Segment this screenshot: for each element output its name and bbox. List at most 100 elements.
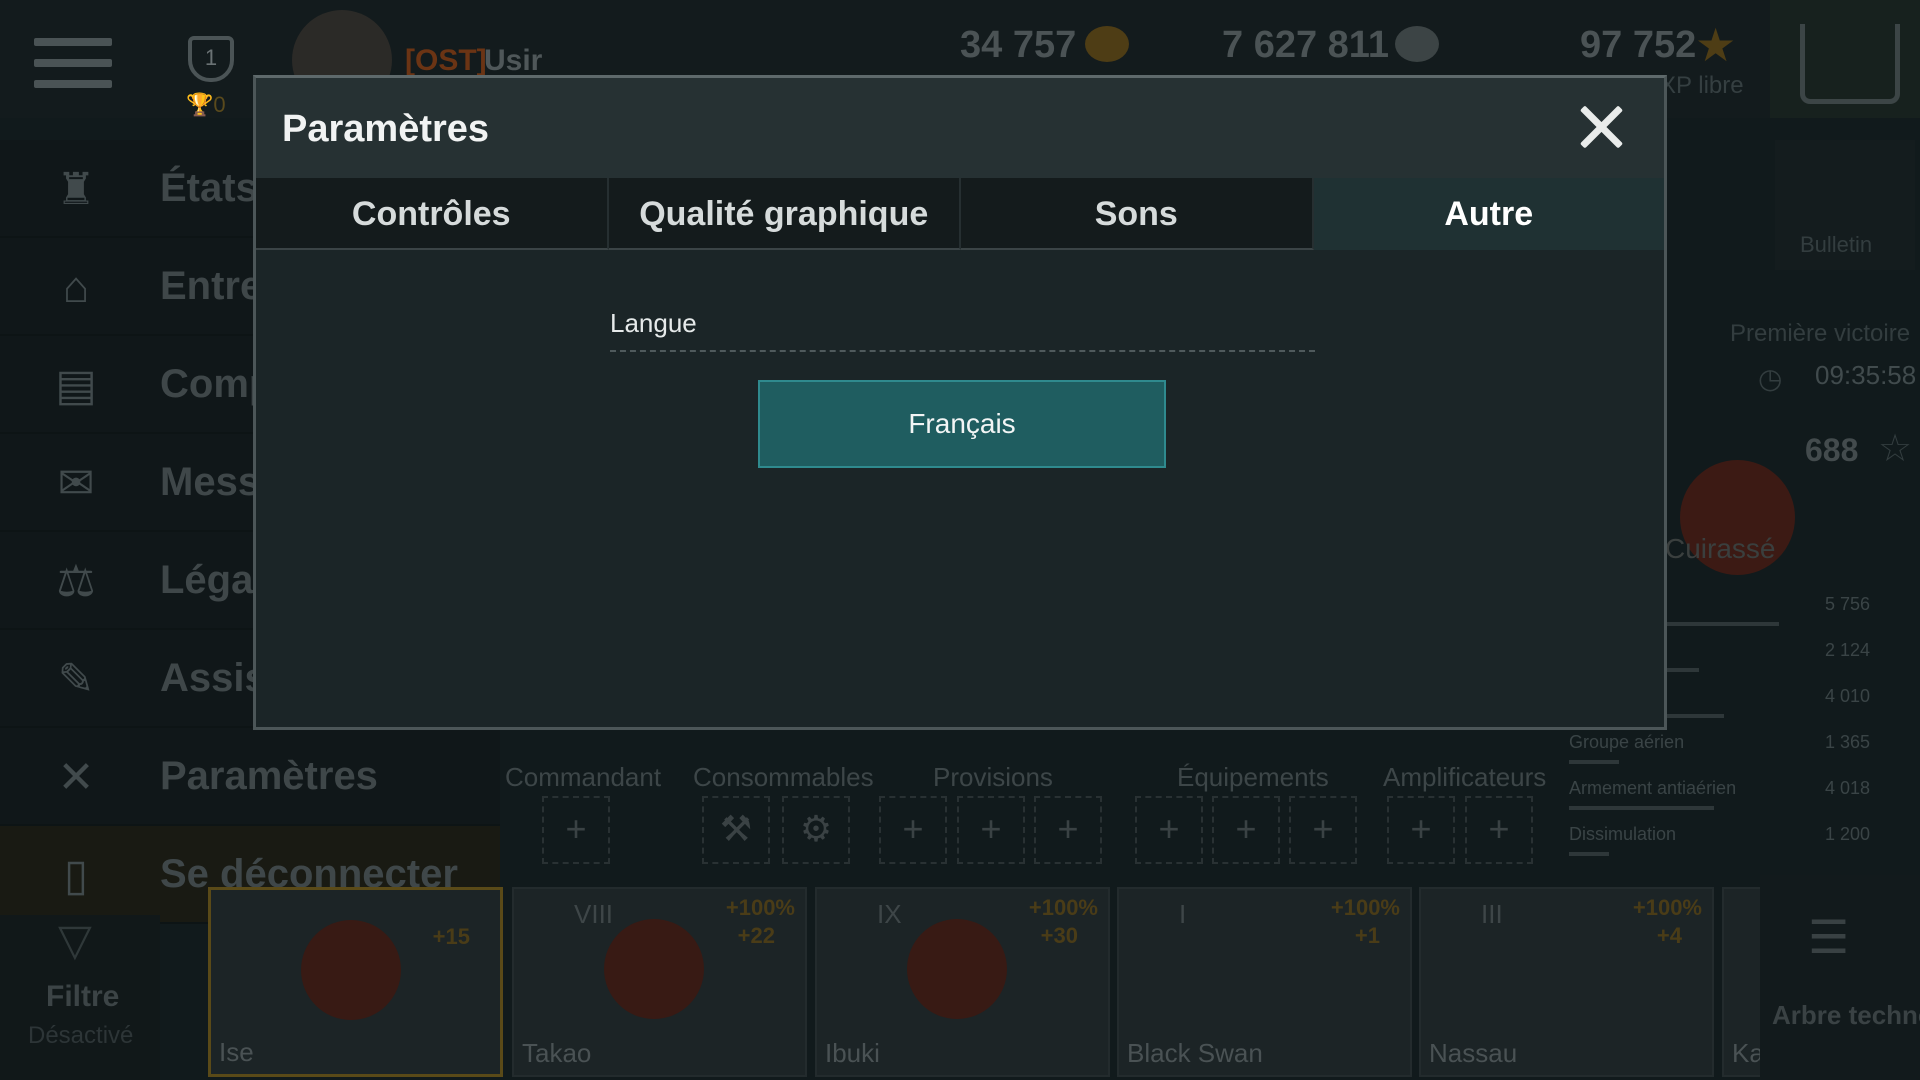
ship-bonus: +100% <box>1028 895 1098 920</box>
first-victory-timer: 09:35:58 <box>1815 360 1917 390</box>
ship-wins: +15 <box>432 924 470 949</box>
ship-flag <box>301 920 401 1020</box>
pencil-icon: ✎ <box>57 655 95 704</box>
ship-card[interactable]: I +100% +1 Black Swan <box>1117 887 1412 1077</box>
filter-state: Désactivé <box>28 1022 134 1049</box>
menu-item-parametres[interactable]: ✕ Paramètres <box>0 728 500 826</box>
stat-row: Dissimulation 1 200 <box>1565 820 1870 860</box>
ship-card[interactable]: III +100% +4 Nassau <box>1419 887 1714 1077</box>
ship-wins: +30 <box>1040 923 1078 948</box>
ship-card[interactable]: VIII +100% +22 Takao <box>512 887 807 1077</box>
ship-name: Takao <box>522 1038 592 1068</box>
tab-qualite-graphique[interactable]: Qualité graphique <box>608 178 961 250</box>
door-icon: ▯ <box>63 851 89 900</box>
slot-commandant[interactable]: + <box>542 796 610 864</box>
stat-label: Groupe aérien <box>1569 732 1685 752</box>
menu-item-label: États <box>160 166 258 210</box>
slot-provision[interactable]: + <box>1034 796 1102 864</box>
dialog-title: Paramètres <box>282 108 490 150</box>
consumable-smoke-icon[interactable]: ⚙ <box>782 796 850 864</box>
ship-card[interactable]: +15 Ise <box>208 887 503 1077</box>
ship-name: Ise <box>219 1037 254 1067</box>
tab-sons[interactable]: Sons <box>961 178 1314 250</box>
menu-item-label: Légal <box>160 558 265 602</box>
slot-amplifier[interactable]: + <box>1387 796 1455 864</box>
clan-tag: [OST] <box>405 44 487 77</box>
hamburger-menu-icon[interactable] <box>34 38 112 88</box>
slot-equipment[interactable]: + <box>1289 796 1357 864</box>
ship-wins: +22 <box>737 923 775 948</box>
ship-wins: +1 <box>1354 923 1380 948</box>
ship-bonus: +100% <box>725 895 795 920</box>
slot-label-consommables: Consommables <box>693 762 874 792</box>
stat-label: Armement antiaérien <box>1569 778 1737 798</box>
slot-amplifier[interactable]: + <box>1465 796 1533 864</box>
bulletin-label: Bulletin <box>1800 232 1873 257</box>
stat-value: 4 010 <box>1824 686 1870 706</box>
free-xp-label: XP libre <box>1660 72 1744 99</box>
officer-icon: ♜ <box>56 165 96 214</box>
close-icon[interactable] <box>1578 104 1624 150</box>
filter-icon: ▽ <box>58 916 92 965</box>
dialog-body: Langue Français <box>256 250 1664 727</box>
tech-tree-icon: ☰ <box>1808 911 1850 963</box>
language-select-button[interactable]: Français <box>758 380 1166 468</box>
ship-bonus: +100% <box>1330 895 1400 920</box>
rank-trophy-icon: 🏆0 <box>186 92 226 117</box>
stat-label: Dissimulation <box>1569 824 1677 844</box>
ship-tier: IX <box>877 899 902 929</box>
app-screen: 1 🏆0 [OST] Usir 34 757 7 627 811 97 752 … <box>0 0 1920 1080</box>
ship-tier: VIII <box>574 899 614 929</box>
ship-xp: 688 <box>1805 432 1859 468</box>
cart-icon[interactable] <box>1800 24 1900 104</box>
free-xp-count: 97 752 <box>1580 24 1697 66</box>
doubloon-icon[interactable] <box>1085 26 1129 62</box>
menu-item-label: Mess <box>160 460 261 504</box>
slot-equipment[interactable]: + <box>1135 796 1203 864</box>
divider <box>610 350 1315 352</box>
stat-value: 5 756 <box>1824 594 1870 614</box>
profile-card-icon: ▤ <box>55 361 97 410</box>
tech-tree-label: Arbre techno <box>1772 1000 1920 1030</box>
slot-provision[interactable]: + <box>879 796 947 864</box>
stat-row: Armement antiaérien 4 018 <box>1565 774 1870 814</box>
slot-label-amplificateurs: Amplificateurs <box>1383 762 1547 792</box>
rank-shield-icon: 1 <box>188 36 234 82</box>
dialog-header: Paramètres <box>256 78 1664 178</box>
credit-icon[interactable] <box>1395 26 1439 62</box>
slot-provision[interactable]: + <box>957 796 1025 864</box>
tech-tree-button[interactable] <box>1760 875 1920 1080</box>
slot-equipment[interactable]: + <box>1212 796 1280 864</box>
scales-icon: ⚖ <box>56 557 96 606</box>
stat-row: Groupe aérien 1 365 <box>1565 728 1870 768</box>
rank-value: 1 <box>204 45 218 70</box>
rank-trophy-count: 0 <box>213 92 226 117</box>
free-xp-star-icon[interactable]: ★ <box>1695 18 1736 72</box>
username: Usir <box>484 44 543 77</box>
ship-flag <box>604 919 704 1019</box>
ship-class: Cuirassé <box>1665 533 1776 564</box>
stat-value: 4 018 <box>1824 778 1870 798</box>
slot-label-commandant: Commandant <box>505 762 662 792</box>
ship-name: Ibuki <box>825 1038 880 1068</box>
stat-value: 1 200 <box>1824 824 1870 844</box>
ship-xp-star-icon: ☆ <box>1878 428 1913 470</box>
tab-controles[interactable]: Contrôles <box>256 178 609 250</box>
ship-wins: +4 <box>1656 923 1682 948</box>
settings-dialog: Paramètres Contrôles Qualité graphique S… <box>253 75 1667 730</box>
ship-name: Nassau <box>1429 1038 1518 1068</box>
stat-bar <box>1569 760 1619 764</box>
filter-label: Filtre <box>46 980 120 1013</box>
ship-card[interactable]: IX +100% +30 Ibuki <box>815 887 1110 1077</box>
ship-flag <box>907 919 1007 1019</box>
slot-label-provisions: Provisions <box>933 762 1053 792</box>
tab-autre[interactable]: Autre <box>1313 178 1664 250</box>
wrench-icon: ✕ <box>57 753 95 802</box>
first-victory-label: Première victoire <box>1730 320 1911 347</box>
credits-count: 7 627 811 <box>1222 24 1389 66</box>
stat-value: 1 365 <box>1824 732 1870 752</box>
envelope-icon: ✉ <box>57 459 95 508</box>
consumable-repair-icon[interactable]: ⚒ <box>702 796 770 864</box>
language-label: Langue <box>610 308 697 338</box>
warehouse-icon: ⌂ <box>62 263 90 312</box>
